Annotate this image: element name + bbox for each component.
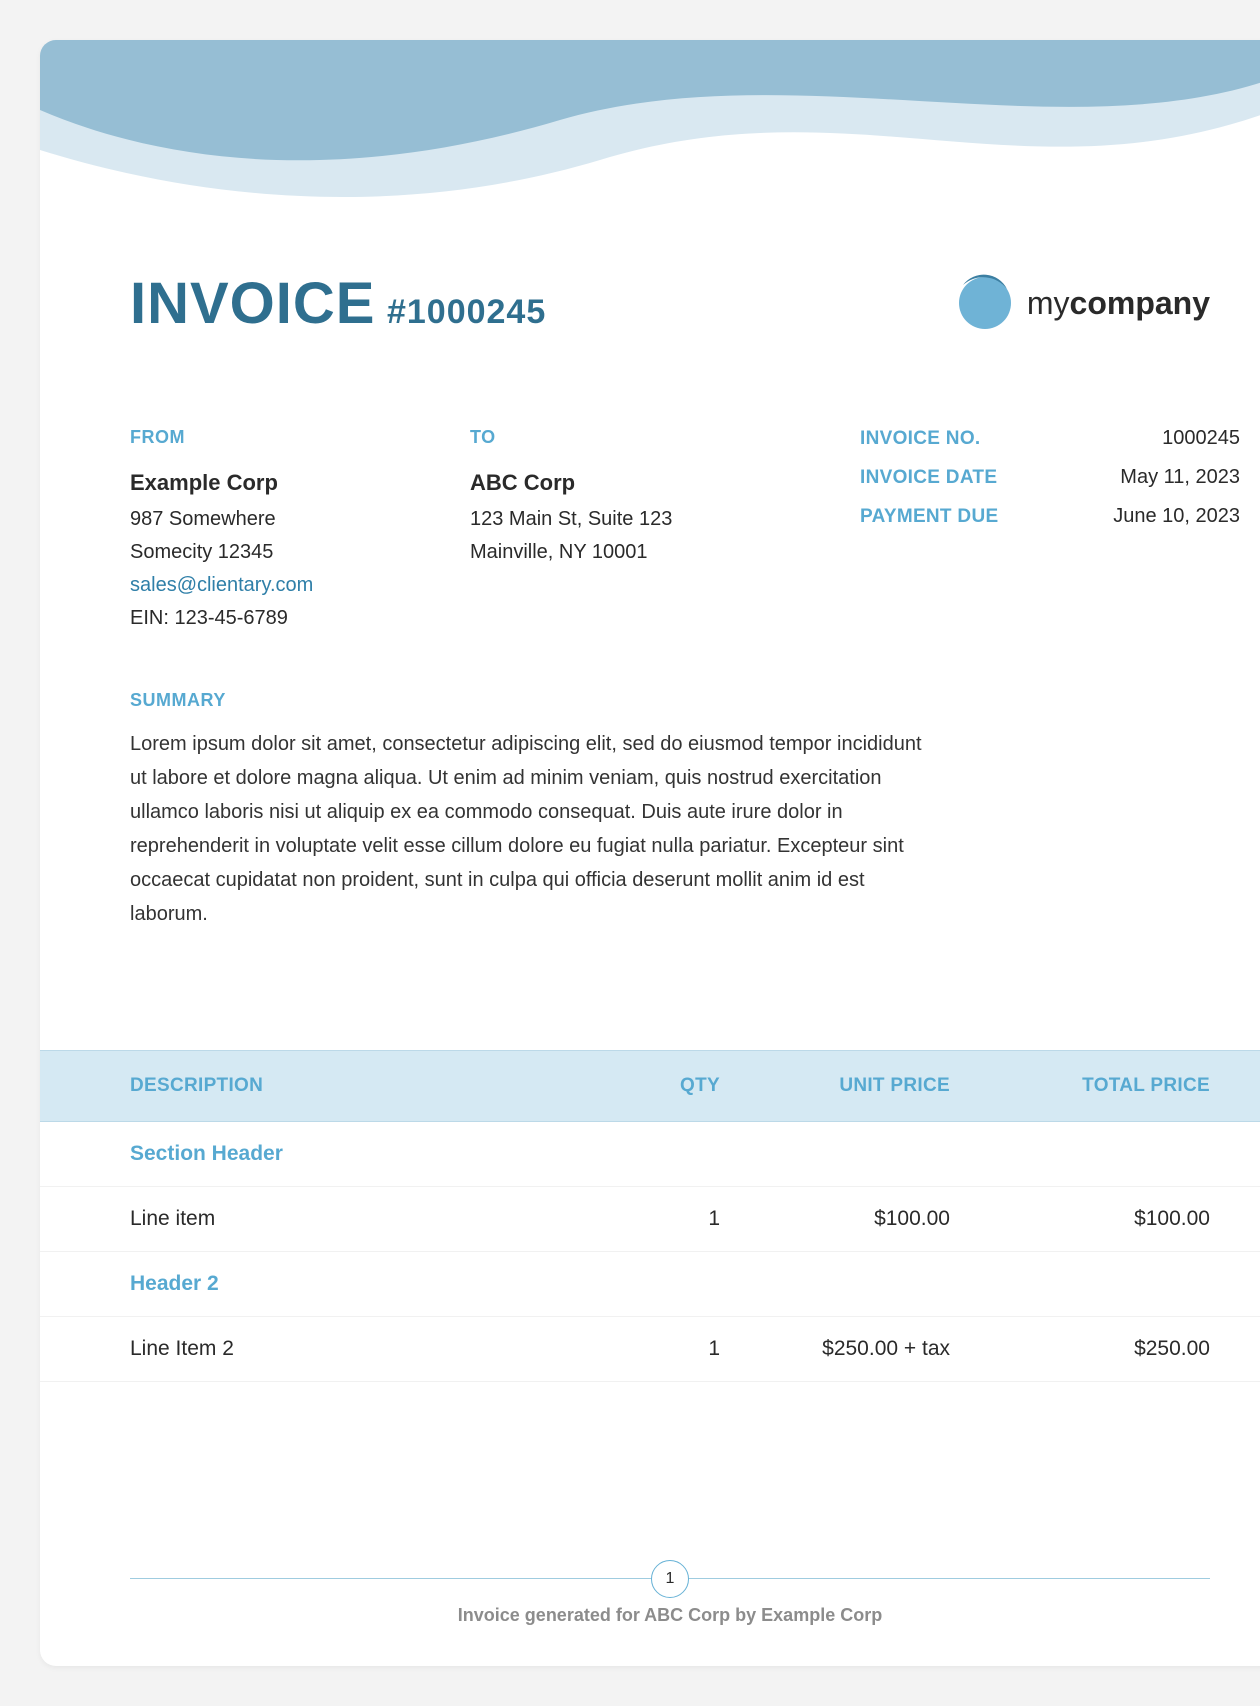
invoice-word: INVOICE	[130, 271, 376, 336]
cell-unit: $250.00 + tax	[720, 1337, 950, 1361]
summary-text: Lorem ipsum dolor sit amet, consectetur …	[130, 727, 930, 931]
cell-description: Header 2	[130, 1272, 620, 1296]
col-qty: QTY	[620, 1075, 720, 1097]
cell-qty	[620, 1142, 720, 1166]
page-footer: 1 Invoice generated for ABC Corp by Exam…	[40, 1578, 1260, 1626]
cell-total: $100.00	[950, 1207, 1210, 1231]
cell-total	[950, 1142, 1210, 1166]
to-line2: Mainville, NY 10001	[470, 541, 780, 564]
cell-description: Line Item 2	[130, 1337, 620, 1361]
invoice-title: INVOICE #1000245	[130, 270, 546, 337]
cell-qty: 1	[620, 1337, 720, 1361]
from-email[interactable]: sales@clientary.com	[130, 574, 430, 597]
meta-invoice-date: May 11, 2023	[1120, 466, 1240, 489]
cell-unit	[720, 1272, 950, 1296]
table-section-header: Header 2	[40, 1252, 1260, 1317]
col-description: DESCRIPTION	[130, 1075, 620, 1097]
company-logo: mycompany	[953, 271, 1210, 336]
footer-rule: 1	[130, 1578, 1210, 1579]
summary-label: SUMMARY	[130, 690, 1210, 711]
from-block: FROM Example Corp 987 Somewhere Somecity…	[130, 427, 430, 640]
table-section-header: Section Header	[40, 1122, 1260, 1187]
from-label: FROM	[130, 427, 430, 448]
meta-invoice-no-label: INVOICE NO.	[860, 428, 980, 450]
from-name: Example Corp	[130, 470, 430, 496]
cell-unit	[720, 1142, 950, 1166]
logo-text: mycompany	[1027, 285, 1210, 322]
cell-qty: 1	[620, 1207, 720, 1231]
to-block: TO ABC Corp 123 Main St, Suite 123 Mainv…	[470, 427, 780, 640]
from-extra: EIN: 123-45-6789	[130, 607, 430, 630]
summary-block: SUMMARY Lorem ipsum dolor sit amet, cons…	[130, 690, 1210, 931]
meta-payment-due: June 10, 2023	[1113, 505, 1240, 528]
title-row: INVOICE #1000245 mycompany	[130, 270, 1210, 337]
cell-total: $250.00	[950, 1337, 1210, 1361]
table-row: Line Item 21$250.00 + tax$250.00	[40, 1317, 1260, 1382]
to-line1: 123 Main St, Suite 123	[470, 508, 780, 531]
table-row: Line item1$100.00$100.00	[40, 1187, 1260, 1252]
cell-unit: $100.00	[720, 1207, 950, 1231]
meta-grid: FROM Example Corp 987 Somewhere Somecity…	[130, 427, 1210, 640]
globe-icon	[953, 271, 1013, 336]
meta-invoice-no: 1000245	[1162, 427, 1240, 450]
to-name: ABC Corp	[470, 470, 780, 496]
cell-qty	[620, 1272, 720, 1296]
to-label: TO	[470, 427, 780, 448]
invoice-number: #1000245	[387, 293, 546, 331]
col-total-price: TOTAL PRICE	[950, 1075, 1210, 1097]
meta-invoice-date-label: INVOICE DATE	[860, 467, 997, 489]
line-items-table: DESCRIPTION QTY UNIT PRICE TOTAL PRICE S…	[40, 1050, 1260, 1382]
cell-total	[950, 1272, 1210, 1296]
col-unit-price: UNIT PRICE	[720, 1075, 950, 1097]
footer-note: Invoice generated for ABC Corp by Exampl…	[40, 1605, 1260, 1626]
page-number: 1	[651, 1560, 689, 1598]
cell-description: Section Header	[130, 1142, 620, 1166]
invoice-page: INVOICE #1000245 mycompany FROM Example …	[40, 40, 1260, 1666]
cell-description: Line item	[130, 1207, 620, 1231]
from-line2: Somecity 12345	[130, 541, 430, 564]
invoice-meta: INVOICE NO. 1000245 INVOICE DATE May 11,…	[860, 427, 1240, 640]
table-header: DESCRIPTION QTY UNIT PRICE TOTAL PRICE	[40, 1050, 1260, 1122]
from-line1: 987 Somewhere	[130, 508, 430, 531]
meta-payment-due-label: PAYMENT DUE	[860, 506, 998, 528]
